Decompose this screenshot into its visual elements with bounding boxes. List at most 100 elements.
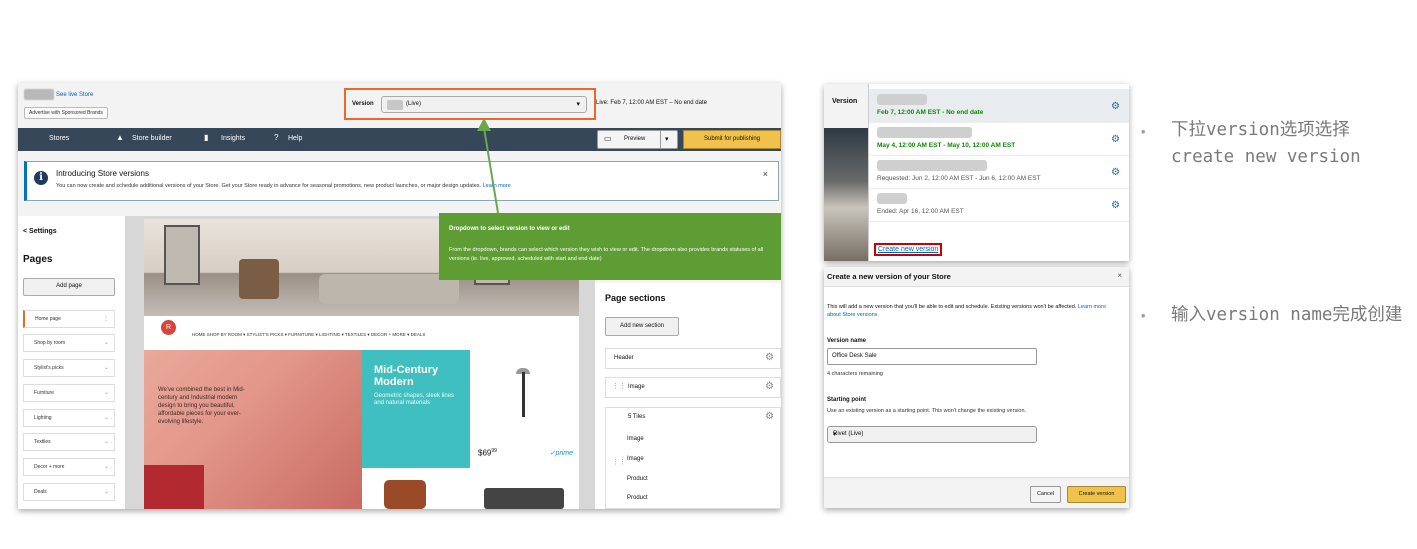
info-icon: i: [34, 171, 48, 185]
nav-store-builder[interactable]: Store builder: [132, 135, 172, 142]
version-name-blurred: [387, 100, 403, 110]
add-section-label: Add new section: [619, 323, 665, 329]
sub-section-item[interactable]: Product: [627, 495, 648, 501]
page-list-item[interactable]: Furniture ⌄: [23, 384, 115, 402]
version-name-input[interactable]: Office Desk Sale: [827, 348, 1037, 365]
drag-handle-icon[interactable]: ⋮⋮: [612, 382, 626, 390]
submit-label: Submit for publishing: [703, 136, 761, 142]
gear-icon[interactable]: ⚙: [765, 381, 774, 392]
version-option[interactable]: Ended: Apr 16, 12:00 AM EST ⚙: [869, 188, 1129, 222]
tile-lifestyle: We've combined the best in Mid-century a…: [144, 350, 362, 509]
prime-badge: ✓prime: [549, 450, 573, 457]
starting-point-select[interactable]: Rivet (Live) ▾: [827, 426, 1037, 443]
advertise-button[interactable]: Advertise with Sponsored Brands: [24, 107, 108, 119]
insights-icon: ▮: [204, 133, 209, 142]
tile-chair-product[interactable]: [362, 468, 470, 509]
chevron-down-icon[interactable]: ▾: [665, 135, 669, 143]
sofa-shape: [319, 274, 459, 304]
version-name-blurred: [877, 193, 907, 204]
store-builder-icon: ▲: [116, 133, 124, 142]
version-status-text: Requested: Jun 2, 12:00 AM EST - Jun 6, …: [877, 175, 1041, 182]
tooltip-body: From the dropdown, brands can select whi…: [449, 247, 764, 262]
close-icon[interactable]: ×: [763, 169, 768, 179]
page-list-item-label: Home page: [35, 316, 61, 322]
chevron-down-icon: ▾: [833, 431, 837, 438]
page-list-item[interactable]: Stylist's picks ⌄: [23, 359, 115, 377]
nav-insights[interactable]: Insights: [221, 135, 245, 142]
version-selected-text: (Live): [406, 101, 422, 107]
annotation-tooltip: Dropdown to select version to view or ed…: [439, 213, 781, 280]
sub-section-item[interactable]: Image: [627, 436, 644, 442]
chevron-down-icon[interactable]: ⌄: [104, 438, 109, 445]
page-list-item-label: Furniture: [34, 390, 55, 396]
add-page-button[interactable]: Add page: [23, 278, 115, 296]
submit-for-publishing-button[interactable]: Submit for publishing: [683, 130, 781, 149]
store-builder-screenshot: See live Store Advertise with Sponsored …: [18, 83, 781, 509]
store-nav-items[interactable]: HOME SHOP BY ROOM ▾ STYLIST'S PICKS ▾ FU…: [192, 332, 425, 338]
drag-handle-icon[interactable]: ⋮⋮: [612, 458, 626, 466]
learn-more-link[interactable]: Learn more: [483, 183, 511, 189]
gear-icon[interactable]: ⚙: [1111, 167, 1120, 178]
nav-stores[interactable]: Stores: [49, 135, 69, 142]
page-list-item-label: Decor + more: [34, 464, 65, 470]
create-version-modal: Create a new version of your Store × Thi…: [824, 267, 1129, 508]
page-list-item-label: Stylist's picks: [34, 365, 64, 371]
tile-lamp-product[interactable]: $6999 ✓prime: [470, 350, 579, 468]
gear-icon[interactable]: ⚙: [1111, 101, 1120, 112]
cancel-button[interactable]: Cancel: [1030, 486, 1061, 503]
chair-shape: [384, 480, 426, 509]
section-row-image[interactable]: ⋮⋮ Image ⚙: [605, 377, 781, 398]
sub-section-item[interactable]: Product: [627, 476, 648, 482]
version-name-blurred: [877, 94, 927, 105]
gear-icon[interactable]: ⚙: [765, 352, 774, 363]
create-version-button[interactable]: Create version: [1067, 486, 1126, 503]
chevron-down-icon[interactable]: ⌄: [104, 389, 109, 396]
pages-title: Pages: [23, 254, 53, 265]
page-list-item[interactable]: Textiles ⌄: [23, 433, 115, 451]
modal-title: Create a new version of your Store: [827, 272, 951, 281]
chevron-down-icon[interactable]: ⌄: [104, 414, 109, 421]
sub-section-item[interactable]: Image: [627, 456, 644, 462]
window-shape: [164, 225, 200, 285]
section-label: Image: [628, 384, 645, 390]
gear-icon[interactable]: ⚙: [1111, 200, 1120, 211]
price-cents: 99: [491, 448, 497, 454]
red-sofa-shape: [144, 465, 204, 509]
page-list-item[interactable]: Shop by room ⌄: [23, 334, 115, 352]
create-version-label: Create version: [1078, 491, 1115, 497]
version-dropdown[interactable]: (Live) ▾: [381, 96, 587, 113]
banner-body-text: You can now create and schedule addition…: [56, 183, 482, 189]
see-live-store-link[interactable]: See live Store: [56, 92, 93, 98]
chair-shape: [239, 259, 279, 299]
add-page-label: Add page: [56, 283, 82, 289]
gear-icon[interactable]: ⚙: [765, 411, 774, 422]
chevron-down-icon[interactable]: ⌄: [104, 339, 109, 346]
settings-back-link[interactable]: < Settings: [23, 228, 57, 235]
version-name-value: Office Desk Sale: [832, 353, 877, 359]
version-option[interactable]: Feb 7, 12:00 AM EST - No end date ⚙: [869, 89, 1129, 123]
add-section-button[interactable]: Add new section: [605, 317, 679, 336]
gear-icon[interactable]: ⚙: [1111, 134, 1120, 145]
preview-label: Preview: [624, 136, 646, 142]
bullet-dropdown-instruction: 下拉version选项选择create new version: [1171, 120, 1361, 167]
create-new-version-link[interactable]: Create new version: [874, 243, 943, 256]
chevron-down-icon[interactable]: ⌄: [104, 463, 109, 470]
page-list-item[interactable]: Deals ⌄: [23, 483, 115, 501]
more-options-icon[interactable]: ⋮: [103, 315, 109, 322]
tile-sofa-product[interactable]: [470, 468, 579, 509]
page-list-item[interactable]: Lighting ⌄: [23, 409, 115, 427]
section-row-header[interactable]: Header ⚙: [605, 348, 781, 369]
nav-help[interactable]: Help: [288, 135, 302, 142]
page-list-item[interactable]: Home page ⋮: [23, 310, 115, 328]
page-list-item[interactable]: Decor + more ⌄: [23, 458, 115, 476]
page-list-item-label: Deals: [34, 489, 47, 495]
version-option[interactable]: May 4, 12:00 AM EST - May 10, 12:00 AM E…: [869, 122, 1129, 156]
chevron-down-icon[interactable]: ⌄: [104, 364, 109, 371]
tile-lifestyle-text: We've combined the best in Mid-century a…: [158, 387, 245, 425]
version-option[interactable]: Requested: Jun 2, 12:00 AM EST - Jun 6, …: [869, 155, 1129, 189]
close-icon[interactable]: ×: [1117, 271, 1122, 280]
page-sections-title: Page sections: [605, 293, 666, 303]
preview-button[interactable]: ▭ Preview ▾: [597, 130, 678, 149]
version-label: Version: [352, 101, 374, 107]
chevron-down-icon[interactable]: ⌄: [104, 488, 109, 495]
